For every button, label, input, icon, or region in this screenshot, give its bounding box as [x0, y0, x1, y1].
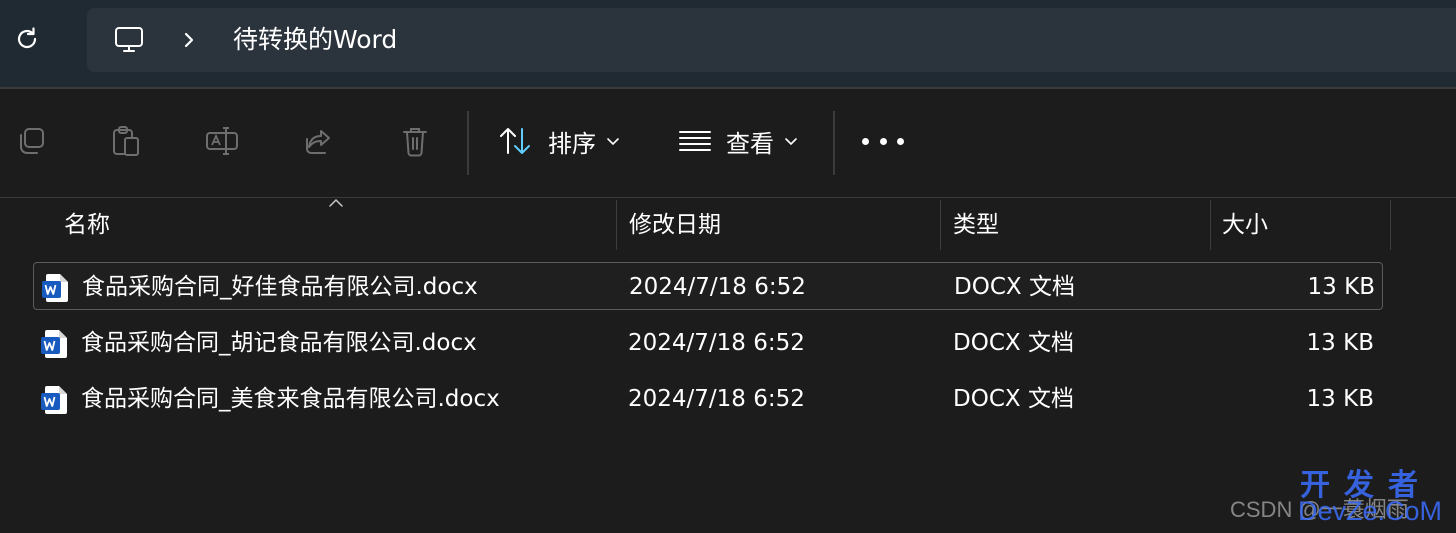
- file-modified: 2024/7/18 6:52: [628, 386, 805, 412]
- paste-button[interactable]: [109, 123, 143, 159]
- chevron-down-icon: [607, 138, 619, 146]
- copy-icon: [20, 128, 44, 154]
- site-watermark-en: DevZe.CoM: [1298, 496, 1443, 526]
- sort-ascending-indicator-icon: [329, 198, 343, 207]
- share-button[interactable]: [302, 123, 336, 159]
- rename-icon: [206, 127, 238, 155]
- column-resize-handle[interactable]: [1390, 200, 1391, 250]
- toolbar-separator: [467, 111, 469, 175]
- command-bar: 排序 查看: [0, 89, 1456, 197]
- view-label: 查看: [726, 129, 774, 158]
- file-size: 13 KB: [1307, 274, 1375, 300]
- file-size: 13 KB: [1306, 330, 1374, 356]
- file-row[interactable]: 食品采购合同_胡记食品有限公司.docx 2024/7/18 6:52 DOCX…: [33, 319, 1383, 367]
- refresh-button[interactable]: [10, 22, 44, 56]
- chevron-right-icon: [184, 32, 194, 48]
- column-header-type[interactable]: 类型: [953, 198, 999, 250]
- refresh-icon: [17, 27, 37, 49]
- file-name: 食品采购合同_好佳食品有限公司.docx: [82, 274, 478, 300]
- sort-button[interactable]: 排序: [498, 119, 620, 163]
- list-view-icon: [679, 131, 711, 151]
- file-type: DOCX 文档: [954, 274, 1075, 300]
- word-document-icon: [41, 330, 67, 358]
- this-pc-button[interactable]: [113, 24, 145, 56]
- sort-label: 排序: [548, 129, 596, 158]
- file-row[interactable]: 食品采购合同_美食来食品有限公司.docx 2024/7/18 6:52 DOC…: [33, 375, 1383, 423]
- see-more-button[interactable]: [862, 131, 904, 151]
- word-document-icon: [42, 274, 68, 302]
- word-document-icon: [41, 386, 67, 414]
- address-bar-area: 待转换的Word: [0, 0, 1456, 88]
- column-header-name[interactable]: 名称: [64, 198, 110, 250]
- column-resize-handle[interactable]: [1210, 200, 1211, 250]
- toolbar-separator: [833, 111, 835, 175]
- rename-button[interactable]: [205, 123, 239, 159]
- column-resize-handle[interactable]: [616, 200, 617, 250]
- breadcrumb-separator[interactable]: [179, 28, 199, 52]
- file-modified: 2024/7/18 6:52: [628, 330, 805, 356]
- more-dot: [879, 137, 887, 145]
- clipboard-icon: [113, 126, 139, 156]
- file-type: DOCX 文档: [953, 386, 1074, 412]
- column-resize-handle[interactable]: [940, 200, 941, 250]
- more-dot: [897, 137, 904, 145]
- sort-icon: [500, 128, 530, 154]
- column-header-size[interactable]: 大小: [1222, 198, 1268, 250]
- file-name: 食品采购合同_胡记食品有限公司.docx: [81, 330, 477, 356]
- file-row[interactable]: 食品采购合同_好佳食品有限公司.docx 2024/7/18 6:52 DOCX…: [33, 262, 1383, 310]
- copy-button[interactable]: [14, 123, 48, 159]
- view-button[interactable]: 查看: [678, 119, 798, 163]
- chevron-down-icon: [785, 138, 797, 146]
- column-header-modified[interactable]: 修改日期: [629, 198, 721, 250]
- file-size: 13 KB: [1306, 386, 1374, 412]
- breadcrumb-current-folder[interactable]: 待转换的Word: [233, 22, 397, 58]
- more-dot: [862, 137, 869, 145]
- file-type: DOCX 文档: [953, 330, 1074, 356]
- trash-icon: [403, 128, 427, 157]
- file-modified: 2024/7/18 6:52: [629, 274, 806, 300]
- delete-button[interactable]: [398, 123, 432, 159]
- share-icon: [306, 130, 330, 154]
- file-name: 食品采购合同_美食来食品有限公司.docx: [81, 386, 500, 412]
- address-field[interactable]: 待转换的Word: [87, 8, 1456, 72]
- file-list: 名称 修改日期 类型 大小 食品采购合同_好佳食品有限公司.docx 2024/…: [0, 198, 1456, 533]
- monitor-icon: [115, 27, 143, 52]
